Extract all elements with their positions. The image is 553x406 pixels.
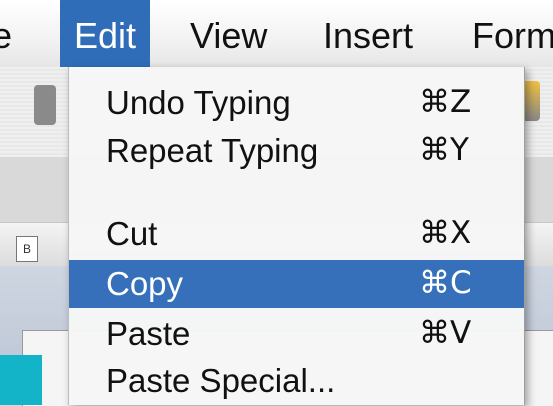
menu-item-paste-special[interactable]: Paste Special...	[69, 357, 524, 405]
menu-item-label: Paste Special...	[106, 362, 336, 399]
menu-item-label: Cut	[106, 215, 158, 252]
menu-item-shortcut: ⌘Z	[419, 84, 472, 120]
menu-item-label: Paste	[106, 315, 191, 352]
ruler-tab-selector[interactable]: B	[16, 236, 38, 262]
menu-item-shortcut: ⌘V	[419, 315, 472, 351]
menu-insert[interactable]: Insert	[323, 0, 413, 67]
menu-item-shortcut: ⌘X	[419, 215, 472, 251]
menu-item-shortcut: ⌘C	[419, 265, 472, 301]
menu-item-repeat-typing[interactable]: Repeat Typing ⌘Y	[69, 127, 524, 175]
menu-item-copy[interactable]: Copy ⌘C	[69, 260, 524, 308]
menu-separator	[69, 197, 524, 198]
menu-item-label: Repeat Typing	[106, 132, 319, 169]
menu-bar: e Edit View Insert Form	[0, 0, 553, 68]
menu-item-paste[interactable]: Paste ⌘V	[69, 310, 524, 358]
cyan-tab	[0, 355, 42, 405]
print-icon	[34, 85, 56, 125]
edit-menu-dropdown: Undo Typing ⌘Z Repeat Typing ⌘Y Cut ⌘X C…	[68, 67, 525, 405]
menu-item-cut[interactable]: Cut ⌘X	[69, 210, 524, 258]
menu-item-label: Undo Typing	[106, 84, 291, 121]
menu-item-undo-typing[interactable]: Undo Typing ⌘Z	[69, 79, 524, 127]
menu-item-shortcut: ⌘Y	[419, 132, 469, 168]
menu-view[interactable]: View	[190, 0, 267, 67]
menu-edit[interactable]: Edit	[60, 0, 151, 67]
menu-format-partial[interactable]: Form	[472, 0, 553, 67]
menu-file-partial[interactable]: e	[0, 0, 12, 67]
menu-item-label: Copy	[106, 265, 184, 302]
